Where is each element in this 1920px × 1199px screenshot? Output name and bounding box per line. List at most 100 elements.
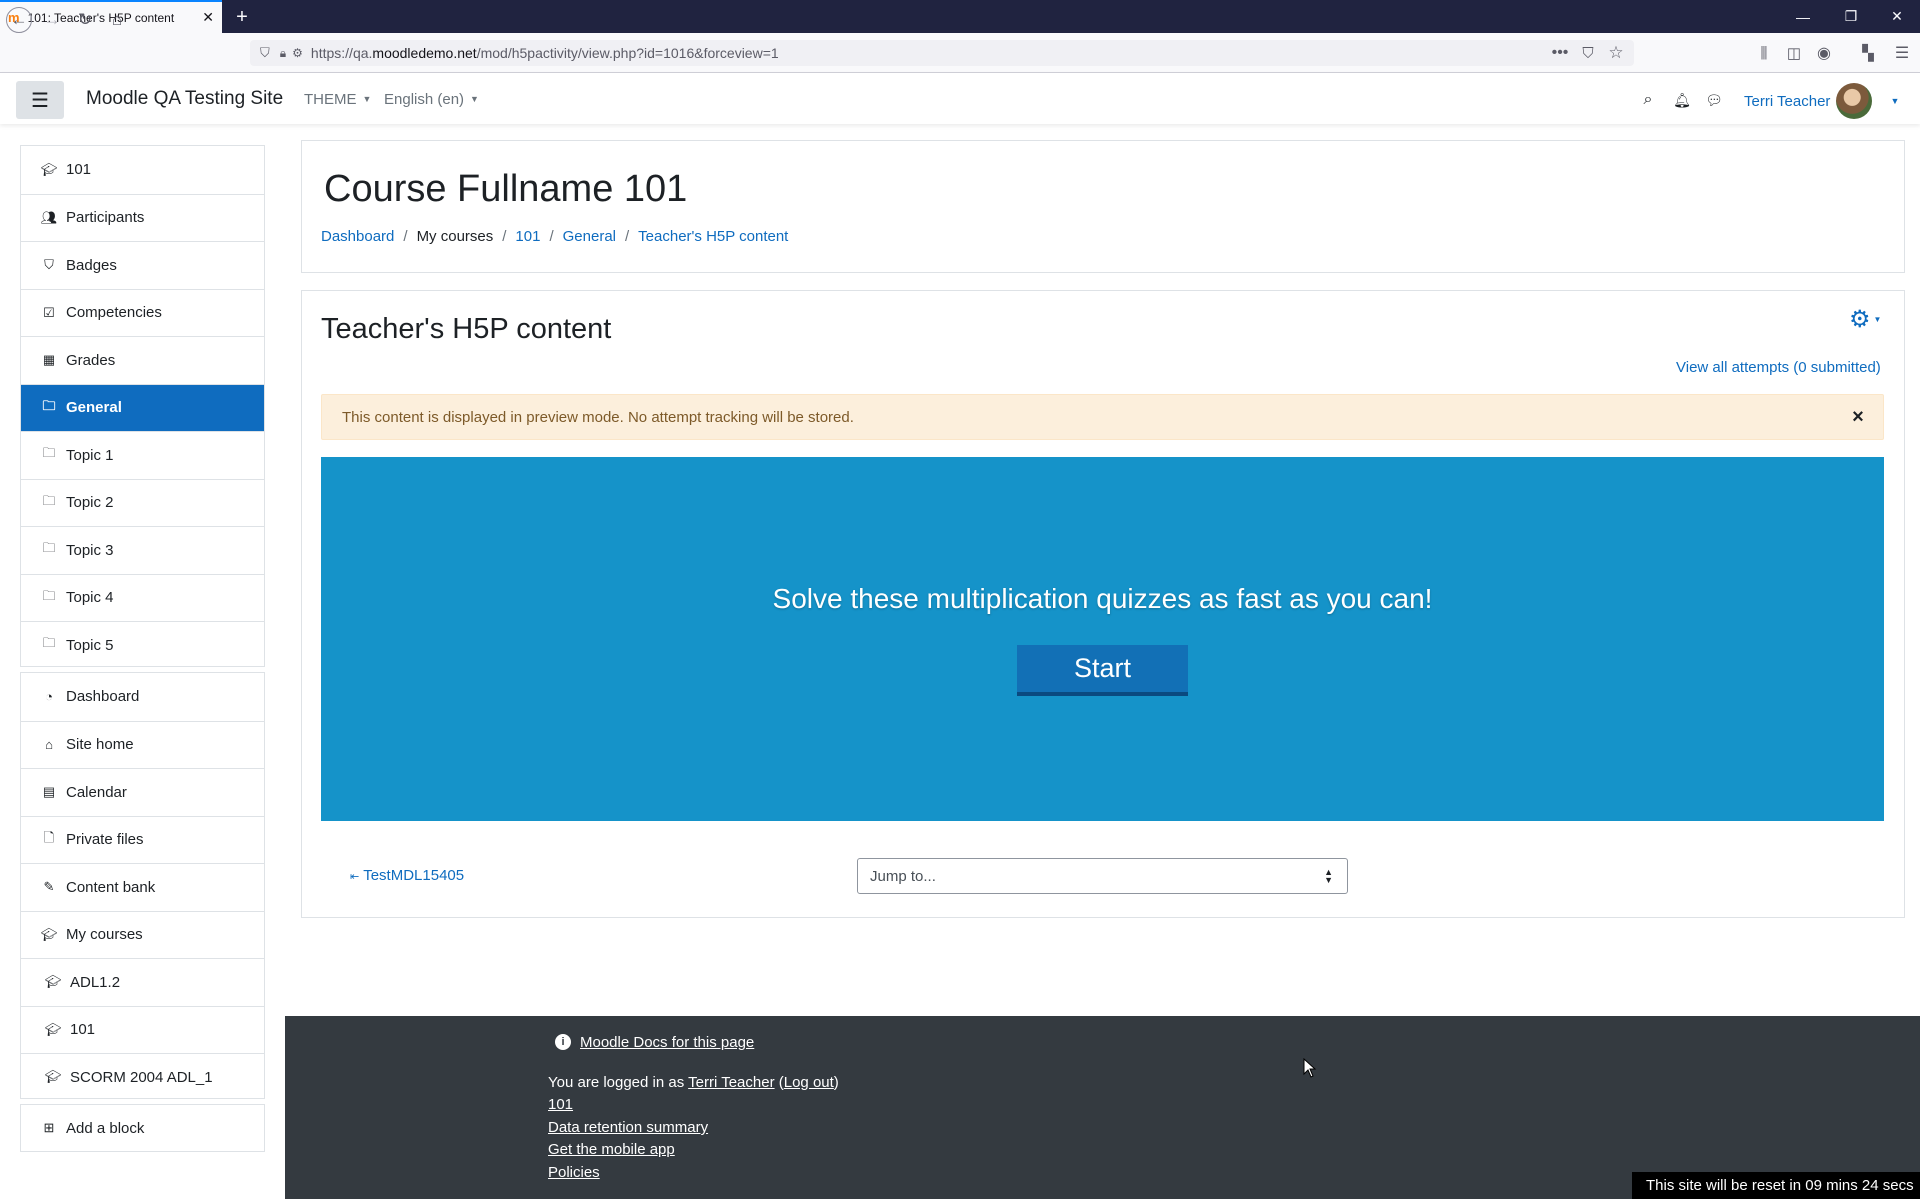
jump-to-select[interactable]: Jump to... ▲ ▼ <box>857 858 1348 894</box>
home-icon[interactable]: ⌂ <box>103 7 131 33</box>
caret-down-icon: ▼ <box>1890 96 1900 106</box>
url-domain: moodledemo.net <box>372 45 477 61</box>
theme-menu[interactable]: THEME ▼ <box>304 91 371 108</box>
messages-icon[interactable]: 💬︎ <box>1702 89 1726 111</box>
sidebar-item-grades[interactable]: ▦ Grades <box>21 336 264 384</box>
logout-link[interactable]: Log out <box>784 1074 834 1091</box>
tachometer-icon: ◔ <box>45 689 53 705</box>
sidebar-item-101[interactable]: 🎓︎ 101 <box>21 146 264 194</box>
sidebar-item-calendar[interactable]: ▤ Calendar <box>21 768 264 816</box>
sidebar-item-label: General <box>66 399 122 417</box>
graduation-cap-icon: 🎓︎ <box>44 1069 62 1085</box>
sidebar-item-topic-1[interactable]: 🗀 Topic 1 <box>21 431 264 479</box>
page-title: Course Fullname 101 <box>324 168 688 210</box>
sidebar-item-topic-5[interactable]: 🗀 Topic 5 <box>21 621 264 669</box>
sidebar-item-topic-2[interactable]: 🗀 Topic 2 <box>21 478 264 527</box>
extensions-icon[interactable]: ▚ <box>1856 43 1880 63</box>
sidebar-item-101[interactable]: 🎓︎ 101 <box>21 1005 264 1054</box>
breadcrumb-item[interactable]: Dashboard <box>321 228 394 245</box>
bookmark-star-icon[interactable]: ☆ <box>1604 43 1628 63</box>
sidebar-item-badges[interactable]: ⛉ Badges <box>21 241 264 289</box>
avatar <box>1836 83 1873 119</box>
mobile-app-link[interactable]: Get the mobile app <box>548 1141 675 1158</box>
account-icon[interactable]: ◉ <box>1812 43 1836 63</box>
sidebar-item-participants[interactable]: 👥︎ Participants <box>21 193 264 242</box>
new-tab-icon[interactable]: + <box>228 3 256 31</box>
logged-in-prefix: You are logged in as <box>548 1074 685 1091</box>
hamburger-icon: ☰ <box>31 89 49 112</box>
lock-icon[interactable]: 🔒︎ <box>280 46 286 61</box>
folder-icon: 🗀 <box>42 540 56 556</box>
add-block-item[interactable]: ⊞ Add a block <box>21 1105 264 1151</box>
library-icon[interactable]: ⫼ <box>1752 43 1776 63</box>
breadcrumb-item[interactable]: General <box>563 228 616 245</box>
notifications-bell-icon[interactable]: 🔔︎ <box>1670 89 1694 111</box>
course-navigation: 🎓︎ 101 👥︎ Participants ⛉ Badges ☑ Competencies ▦… <box>20 145 265 667</box>
caret-down-icon: ▼ <box>1873 315 1882 324</box>
back-icon[interactable]: ← <box>6 7 32 33</box>
h5p-content <box>321 457 1884 821</box>
close-window-icon[interactable]: ✕ <box>1874 0 1920 33</box>
sidebar-item-competencies[interactable]: ☑ Competencies <box>21 288 264 337</box>
table-icon: ▦ <box>42 352 56 368</box>
app-menu-icon[interactable]: ☰ <box>1890 43 1914 63</box>
settings-menu[interactable]: ⚙ ▼ <box>1849 305 1881 334</box>
sidebar-item-content-bank[interactable]: ✎ Content bank <box>21 863 264 911</box>
arrow-left-icon: ⇤ <box>350 871 360 883</box>
site-navigation: ◔ Dashboard ⌂ Site home ▤ Calendar 🗋 Private fi… <box>20 672 265 1099</box>
add-block[interactable]: ⊞ Add a block <box>20 1104 265 1152</box>
graduation-cap-icon: 🎓︎ <box>40 161 58 177</box>
sidebar-item-label: Grades <box>66 351 116 369</box>
breadcrumb-item[interactable]: 101 <box>515 228 540 245</box>
sidebar-item-dashboard[interactable]: ◔ Dashboard <box>21 673 264 721</box>
more-actions-icon[interactable]: ••• <box>1548 43 1572 63</box>
url-bar[interactable]: ⛉ 🔒︎ ⚙ https://qa.moodledemo.net/mod/h5p… <box>250 40 1634 66</box>
forward-icon[interactable]: → <box>38 7 66 33</box>
browser-title-bar <box>0 0 1920 33</box>
pocket-icon[interactable]: ⛉ <box>1576 43 1600 63</box>
sidebar-item-scorm-2004-adl-1[interactable]: 🎓︎ SCORM 2004 ADL_1 <box>21 1053 264 1101</box>
logged-in-info: You are logged in as Terri Teacher (Log … <box>548 1074 839 1091</box>
sidebar-item-label: 101 <box>70 1021 96 1039</box>
drawer-toggle-button[interactable]: ☰ <box>16 81 64 119</box>
plus-square-icon: ⊞ <box>43 1120 55 1135</box>
user-menu[interactable]: Terri Teacher ▼ <box>1744 83 1900 119</box>
file-icon: 🗋 <box>43 829 55 845</box>
sidebar-item-label: ADL1.2 <box>70 973 121 991</box>
shield-icon[interactable]: ⛉ <box>260 45 270 61</box>
previous-activity-link[interactable]: ⇤ TestMDL15405 <box>350 867 464 884</box>
user-profile-link[interactable]: Terri Teacher <box>688 1074 774 1091</box>
sidebar-item-label: Competencies <box>66 304 162 322</box>
permissions-icon[interactable]: ⚙ <box>292 46 303 60</box>
breadcrumb: Dashboard / My courses / 101 / General / Teacher… <box>321 228 788 245</box>
moodle-docs-link[interactable]: Moodle Docs for this page <box>580 1034 754 1051</box>
jump-to-value: Jump to... <box>870 867 936 885</box>
sidebar-item-label: Topic 2 <box>66 494 114 512</box>
data-retention-link[interactable]: Data retention summary <box>548 1119 708 1136</box>
close-tab-icon[interactable]: ✕ <box>202 9 214 26</box>
sidebar-item-topic-4[interactable]: 🗀 Topic 4 <box>21 573 264 622</box>
sidebar-item-label: Topic 5 <box>66 636 114 654</box>
start-button[interactable]: Start <box>1017 645 1188 696</box>
sidebar-item-private-files[interactable]: 🗋 Private files <box>21 815 264 864</box>
close-alert-icon[interactable]: × <box>1846 404 1870 430</box>
sidebar-item-topic-3[interactable]: 🗀 Topic 3 <box>21 526 264 574</box>
restore-icon[interactable]: ❐ <box>1828 0 1874 33</box>
sidebar-item-my-courses[interactable]: 🎓︎ My courses <box>21 910 264 959</box>
folder-icon: 🗀 <box>42 635 56 651</box>
policies-link[interactable]: Policies <box>548 1164 600 1181</box>
search-icon[interactable]: ⌕ <box>1636 89 1660 111</box>
url-path: /mod/h5pactivity/view.php?id=1016&forcev… <box>476 45 779 61</box>
minimize-icon[interactable]: — <box>1780 0 1826 33</box>
site-name[interactable]: Moodle QA Testing Site <box>86 88 283 110</box>
sidebar-icon[interactable]: ◫ <box>1782 43 1806 63</box>
sidebar-item-general[interactable]: 🗀 General <box>21 383 264 431</box>
breadcrumb-item[interactable]: Teacher's H5P content <box>638 228 788 245</box>
view-all-attempts-link[interactable]: View all attempts (0 submitted) <box>1676 359 1881 376</box>
footer-course-link[interactable]: 101 <box>548 1096 573 1113</box>
language-menu[interactable]: English (en) ▼ <box>384 91 479 108</box>
reload-icon[interactable]: ↻ <box>71 7 99 33</box>
check-square-icon: ☑ <box>43 304 55 320</box>
sidebar-item-site-home[interactable]: ⌂ Site home <box>21 720 264 769</box>
sidebar-item-adl1-2[interactable]: 🎓︎ ADL1.2 <box>21 958 264 1006</box>
